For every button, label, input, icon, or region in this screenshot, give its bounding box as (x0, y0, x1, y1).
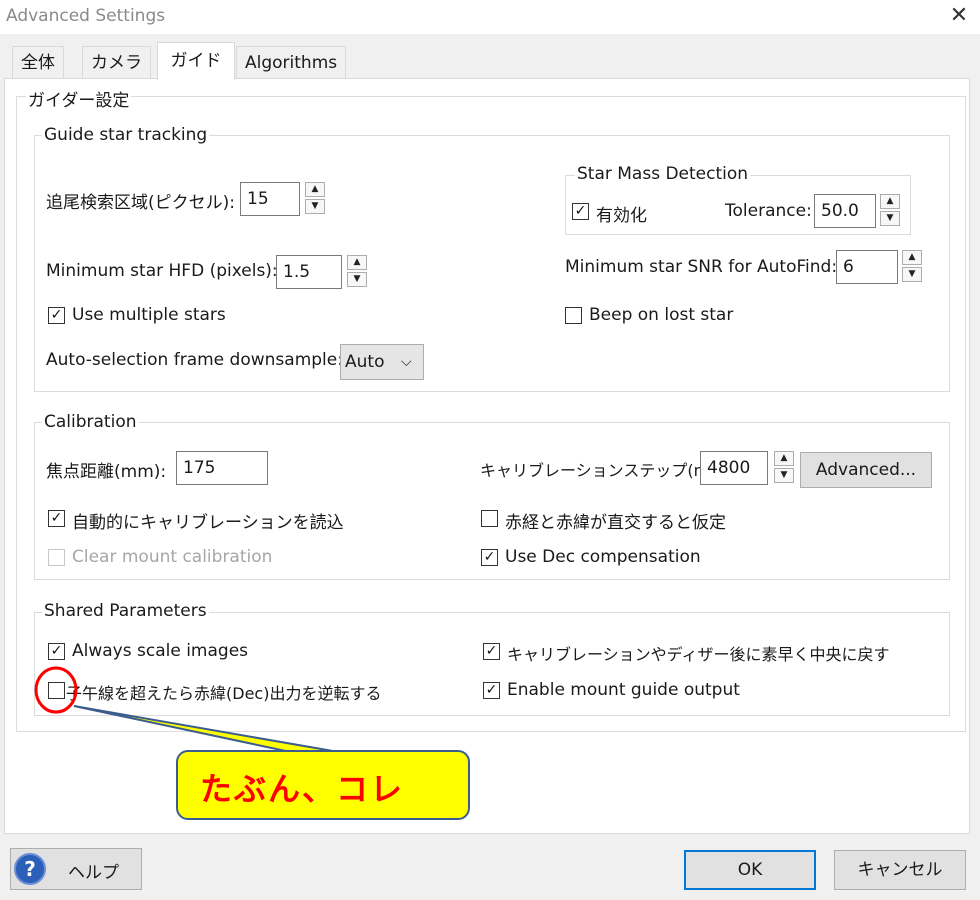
highlight-circle (34, 666, 78, 714)
annotation-overlay (34, 666, 351, 755)
callout-pointer (73, 705, 351, 755)
callout-text: たぶん、コレ (200, 770, 405, 808)
